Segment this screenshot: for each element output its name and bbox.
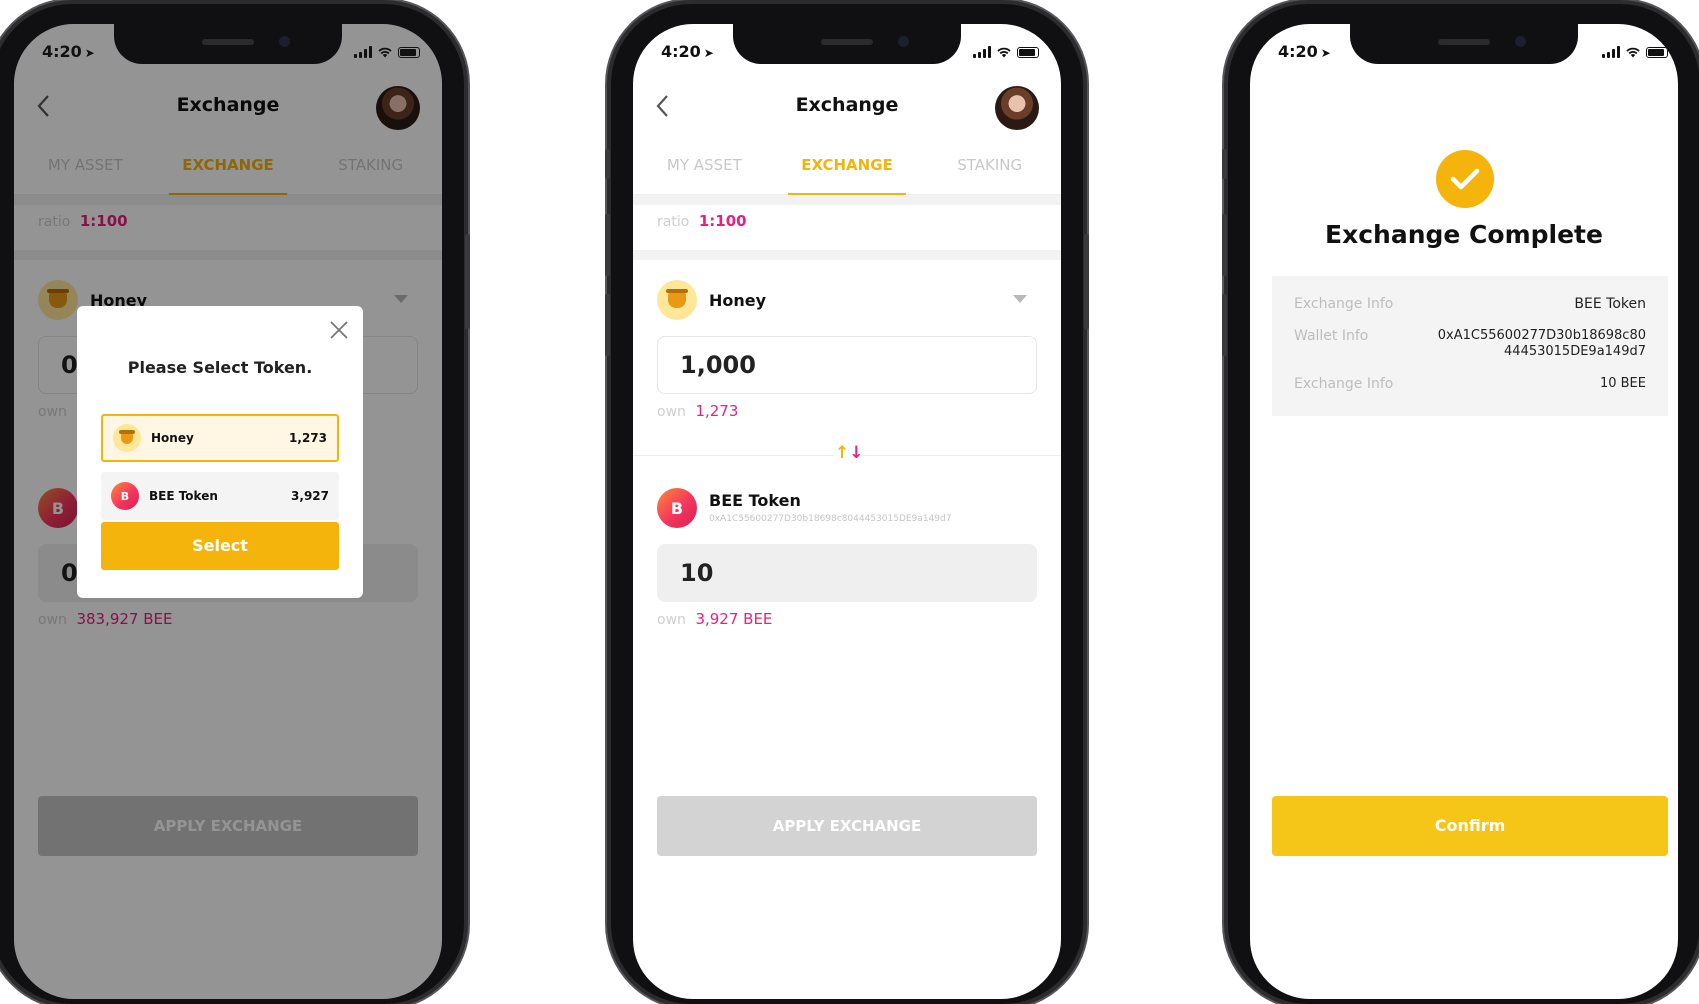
info-value: 10 BEE	[1599, 376, 1646, 391]
to-token-row: B BEE Token 0xA1C55600277D30b18698c80444…	[657, 488, 1037, 532]
wifi-icon	[1626, 47, 1640, 58]
info-label: Exchange Info	[1294, 376, 1394, 392]
to-own-row: own 3,927 BEE	[657, 610, 772, 628]
ratio-row: ratio 1:100	[657, 212, 747, 230]
close-icon[interactable]	[329, 320, 349, 340]
option-name: Honey	[151, 431, 194, 445]
phone-frame-3: 4:20 ➤ Exchange Complete Exchange Info BE…	[1222, 4, 1699, 1004]
wallet-address-line1: 0xA1C55600277D30b18698c80	[1437, 328, 1646, 343]
option-name: BEE Token	[149, 489, 218, 503]
apply-exchange-button[interactable]: APPLY EXCHANGE	[657, 796, 1037, 856]
wifi-icon	[997, 47, 1011, 58]
info-value: BEE Token	[1574, 296, 1646, 312]
select-token-modal: Please Select Token. Honey 1,273 B BEE T…	[77, 306, 363, 598]
dropdown-caret-icon	[1013, 295, 1027, 303]
wifi-icon	[378, 47, 392, 58]
status-time: 4:20	[661, 42, 701, 61]
battery-icon	[1017, 47, 1039, 58]
modal-title: Please Select Token.	[127, 358, 313, 377]
phone-frame-1: 4:20 ➤ Exchange MY ASSET EXCHANGE STAKING…	[0, 4, 470, 1004]
from-amount-input[interactable]: 1,000	[657, 336, 1037, 394]
ratio-label: ratio	[657, 214, 690, 230]
status-time: 4:20	[1278, 42, 1318, 61]
wallet-address-line2: 44453015DE9a149d7	[1504, 344, 1646, 359]
confirm-button[interactable]: Confirm	[1272, 796, 1668, 856]
avatar[interactable]	[995, 86, 1039, 130]
to-token-name: BEE Token	[709, 491, 801, 510]
tab-my-asset[interactable]: MY ASSET	[633, 144, 776, 194]
divider	[633, 195, 1061, 205]
signal-icon	[1602, 46, 1620, 58]
info-label: Wallet Info	[1294, 328, 1369, 344]
from-token-name: Honey	[709, 290, 767, 310]
complete-title: Exchange Complete	[1325, 220, 1603, 249]
status-time: 4:20	[42, 42, 82, 61]
honey-pot-icon	[113, 424, 141, 452]
from-token-selector[interactable]: Honey	[657, 278, 1037, 322]
notch	[733, 24, 961, 64]
token-option-bee[interactable]: B BEE Token 3,927	[101, 472, 339, 520]
location-arrow-icon: ➤	[1320, 46, 1331, 60]
tab-bar: MY ASSET EXCHANGE STAKING	[633, 144, 1061, 195]
own-label: own	[657, 612, 686, 628]
info-value: 0xA1C55600277D30b18698c80 44453015DE9a149…	[1438, 328, 1646, 360]
bee-token-icon: B	[657, 488, 697, 528]
to-token-address: 0xA1C55600277D30b18698c8044453015DE9a149…	[709, 514, 952, 524]
tab-exchange[interactable]: EXCHANGE	[776, 144, 919, 195]
option-balance: 1,273	[289, 431, 327, 445]
own-label: own	[657, 404, 686, 420]
tab-staking[interactable]: STAKING	[918, 144, 1061, 194]
from-own-row: own 1,273	[657, 402, 738, 420]
ratio-value: 1:100	[698, 212, 747, 230]
bee-token-icon: B	[111, 482, 139, 510]
exchange-info-panel: Exchange Info BEE Token Wallet Info 0xA1…	[1272, 276, 1668, 416]
from-own-value: 1,273	[695, 402, 739, 420]
location-arrow-icon: ➤	[703, 46, 714, 60]
option-balance: 3,927	[291, 489, 329, 503]
app-header: Exchange	[633, 86, 1061, 132]
to-amount-output: 10	[657, 544, 1037, 602]
screen-exchange-complete: 4:20 ➤ Exchange Complete Exchange Info BE…	[1250, 24, 1678, 999]
location-arrow-icon: ➤	[84, 46, 95, 60]
signal-icon	[354, 46, 372, 58]
swap-arrows-icon[interactable]: ↑↓	[835, 443, 864, 465]
info-label: Exchange Info	[1294, 296, 1394, 312]
token-option-honey[interactable]: Honey 1,273	[101, 414, 339, 462]
phone-frame-2: 4:20 ➤ Exchange MY ASSET EXCHANGE STAKING…	[605, 4, 1089, 1004]
screen-select-token: 4:20 ➤ Exchange MY ASSET EXCHANGE STAKING…	[14, 24, 442, 999]
battery-icon	[398, 47, 420, 58]
battery-icon	[1646, 47, 1668, 58]
honey-pot-icon	[657, 280, 697, 320]
signal-icon	[973, 46, 991, 58]
checkmark-icon	[1450, 168, 1480, 190]
notch	[1350, 24, 1578, 64]
notch	[114, 24, 342, 64]
divider	[633, 250, 1061, 260]
screen-exchange: 4:20 ➤ Exchange MY ASSET EXCHANGE STAKING…	[633, 24, 1061, 999]
to-own-value: 3,927 BEE	[695, 610, 773, 628]
select-button[interactable]: Select	[101, 522, 339, 570]
success-badge	[1436, 150, 1494, 208]
